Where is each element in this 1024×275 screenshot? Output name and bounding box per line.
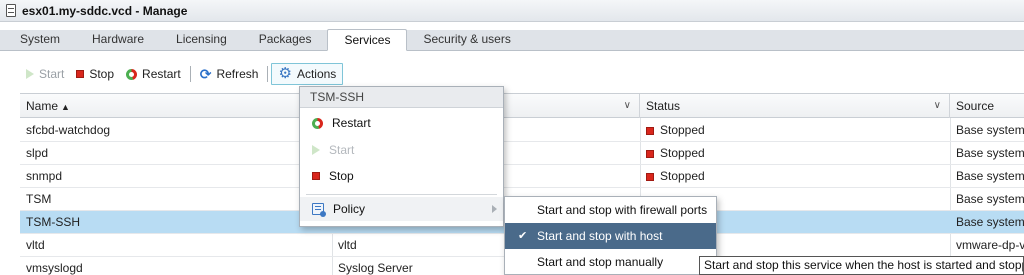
play-icon — [312, 145, 320, 155]
service-source: Base system — [956, 123, 1024, 137]
service-status: Stopped — [640, 119, 950, 142]
service-source: Base system — [956, 215, 1024, 229]
restart-button[interactable]: Restart — [120, 63, 187, 85]
tab-packages[interactable]: Packages — [243, 29, 328, 50]
tab-hardware[interactable]: Hardware — [76, 29, 160, 50]
chevron-down-icon[interactable]: ∨ — [624, 94, 631, 118]
service-status-label: Stopped — [660, 146, 705, 160]
menu-item-start[interactable]: Start — [300, 138, 503, 162]
restart-button-label: Restart — [142, 67, 181, 81]
chevron-down-icon[interactable]: ∨ — [934, 94, 941, 118]
service-status: Stopped — [640, 142, 950, 165]
stop-button-label: Stop — [89, 67, 115, 81]
actions-context-menu: TSM-SSH Restart Start Stop Policy — [299, 86, 504, 227]
column-header-status[interactable]: Status ∨ — [640, 94, 950, 118]
tab-licensing[interactable]: Licensing — [160, 29, 243, 50]
toolbar-divider — [189, 66, 191, 82]
refresh-button[interactable]: ⟳ Refresh — [194, 63, 265, 85]
restart-icon — [126, 68, 138, 80]
tab-services[interactable]: Services — [327, 29, 408, 51]
service-status-label: Stopped — [660, 169, 705, 183]
stop-icon — [312, 172, 320, 180]
refresh-button-label: Refresh — [216, 67, 259, 81]
gear-icon: ⚙ — [278, 65, 292, 82]
menu-divider — [306, 194, 497, 195]
start-button[interactable]: Start — [20, 63, 70, 85]
table-row[interactable]: snmpd Stopped Base system — [20, 165, 1024, 188]
toolbar-divider — [267, 66, 269, 82]
policy-option-manually[interactable]: Start and stop manually — [505, 249, 716, 275]
services-toolbar: Start Stop Restart ⟳ Refresh ⚙ Actions — [20, 63, 344, 85]
policy-tooltip: Start and stop this service when the hos… — [699, 256, 1024, 275]
menu-item-policy[interactable]: Policy — [300, 197, 503, 221]
start-button-label: Start — [39, 67, 65, 81]
restart-icon — [312, 117, 323, 129]
policy-option-firewall-ports[interactable]: Start and stop with firewall ports — [505, 197, 716, 223]
service-name: sfcbd-watchdog — [26, 123, 111, 137]
checkmark-icon: ✔ — [518, 230, 528, 242]
service-name: slpd — [26, 146, 49, 160]
menu-item-start-label: Start — [329, 143, 355, 157]
stop-icon — [76, 70, 85, 78]
policy-option-label: Start and stop with firewall ports — [537, 203, 708, 217]
window-title: esx01.my-sddc.vcd - Manage — [22, 3, 188, 18]
sort-ascending-icon: ▲ — [61, 102, 70, 112]
column-header-name-label: Name — [26, 99, 59, 113]
service-name: snmpd — [26, 169, 63, 183]
tab-security-users[interactable]: Security & users — [407, 29, 526, 50]
grid-header: Name ▲ ∨ Status ∨ Source — [20, 94, 1024, 118]
service-source: Base system — [956, 192, 1024, 206]
service-name: vmsyslogd — [26, 261, 83, 275]
service-name: vltd — [26, 238, 45, 252]
policy-submenu: Start and stop with firewall ports ✔ Sta… — [504, 196, 717, 275]
host-icon — [6, 4, 16, 17]
service-name: TSM — [26, 192, 52, 206]
menu-item-stop[interactable]: Stop — [300, 164, 503, 188]
table-row[interactable]: slpd Stopped Base system — [20, 142, 1024, 165]
actions-button[interactable]: ⚙ Actions — [271, 63, 344, 85]
window-title-bar: esx01.my-sddc.vcd - Manage — [0, 0, 1024, 22]
policy-option-label: Start and stop manually — [537, 255, 664, 269]
service-name: TSM-SSH — [26, 215, 80, 229]
menu-item-restart-label: Restart — [332, 116, 371, 130]
stopped-icon — [646, 173, 654, 181]
policy-option-with-host[interactable]: ✔ Start and stop with host — [505, 223, 716, 249]
column-header-source[interactable]: Source — [950, 94, 1024, 118]
tab-system[interactable]: System — [0, 29, 76, 50]
refresh-icon: ⟳ — [199, 66, 212, 82]
stop-button[interactable]: Stop — [70, 63, 120, 85]
policy-icon — [312, 203, 326, 217]
menu-item-restart[interactable]: Restart — [300, 111, 503, 135]
menu-header: TSM-SSH — [300, 87, 503, 108]
actions-button-label: Actions — [296, 67, 337, 81]
column-header-name[interactable]: Name ▲ — [20, 94, 332, 118]
service-source: Base system — [956, 146, 1024, 160]
policy-option-label: Start and stop with host — [537, 229, 663, 243]
service-status-label: Stopped — [660, 123, 705, 137]
column-header-source-label: Source — [956, 99, 995, 113]
play-icon — [26, 69, 34, 79]
service-source: vmware-dp-vl — [956, 238, 1024, 252]
table-row[interactable]: sfcbd-watchdog Stopped Base system — [20, 119, 1024, 142]
stopped-icon — [646, 150, 654, 158]
menu-item-stop-label: Stop — [329, 169, 354, 183]
menu-item-policy-label: Policy — [333, 202, 366, 216]
column-header-status-label: Status — [646, 99, 681, 113]
service-status: Stopped — [640, 165, 950, 188]
chevron-right-icon — [492, 205, 497, 213]
service-source: Base system — [956, 169, 1024, 183]
stopped-icon — [646, 127, 654, 135]
tab-bar: System Hardware Licensing Packages Servi… — [0, 29, 1024, 51]
